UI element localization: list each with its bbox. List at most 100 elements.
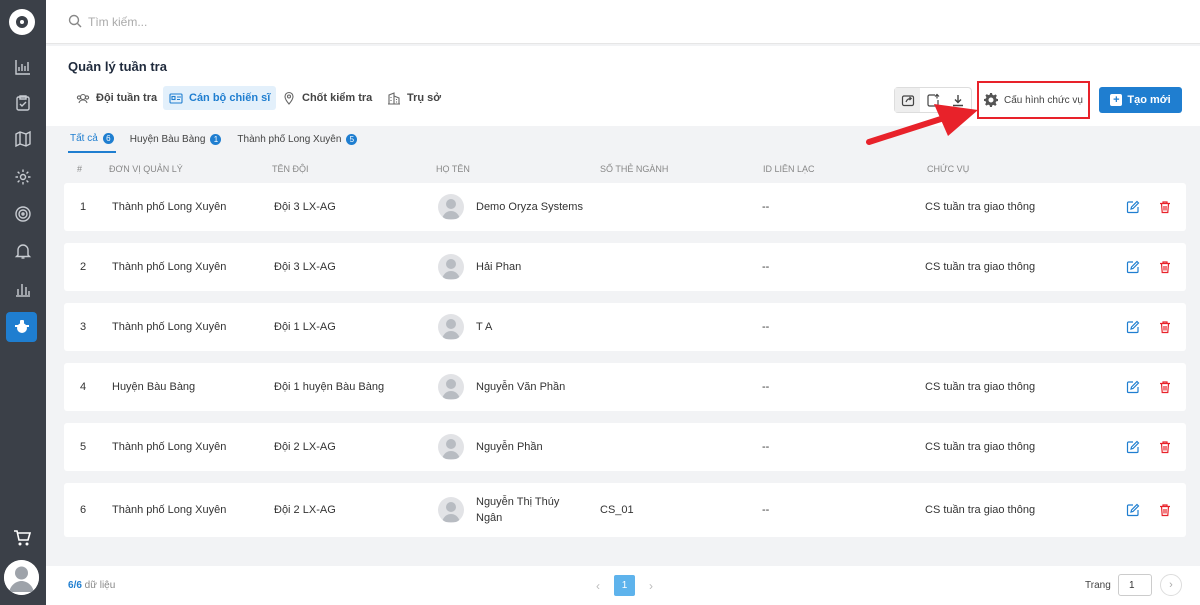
row-number: 1 — [80, 201, 87, 213]
count-badge: 1 — [210, 133, 222, 145]
table-row[interactable]: 2 Thành phố Long Xuyên Đội 3 LX-AG Hải P… — [64, 243, 1186, 291]
page-jump-input[interactable] — [1118, 574, 1152, 596]
tab-label: Chốt kiểm tra — [302, 92, 373, 104]
row-number: 6 — [80, 504, 87, 516]
tab-headquarters[interactable]: Trụ sở — [381, 86, 447, 110]
tab-patrol-team[interactable]: Đội tuần tra — [70, 86, 163, 110]
position-cell: CS tuần tra giao thông — [925, 504, 1036, 516]
config-label: Cấu hình chức vụ — [1004, 94, 1083, 106]
filter-label: Huyện Bàu Bàng — [129, 133, 206, 145]
contact-cell: -- — [762, 321, 770, 333]
record-count: 6/6 dữ liệu — [68, 580, 115, 591]
edit-icon[interactable] — [1126, 380, 1140, 394]
trash-icon[interactable] — [1158, 260, 1172, 274]
name-cell: Nguyễn Văn Phần — [438, 363, 565, 411]
page-number-button[interactable]: 1 — [614, 575, 635, 596]
avatar — [438, 254, 464, 280]
gear-icon — [984, 93, 999, 107]
bell-icon[interactable] — [0, 236, 46, 266]
tab-label: Cán bộ chiến sĩ — [189, 92, 271, 104]
patrol-officer-icon[interactable] — [6, 312, 37, 342]
filter-label: Tất cả — [70, 132, 98, 144]
full-name: Demo Oryza Systems — [476, 201, 583, 213]
app-logo[interactable] — [9, 9, 35, 35]
count-badge: 6 — [102, 132, 114, 144]
trash-icon[interactable] — [1158, 320, 1172, 334]
team-cell: Đội 3 LX-AG — [274, 261, 336, 273]
settings-icon[interactable] — [0, 162, 46, 192]
edit-icon[interactable] — [1126, 320, 1140, 334]
search-input[interactable] — [88, 12, 488, 32]
trash-icon[interactable] — [1158, 503, 1172, 517]
unit-cell: Thành phố Long Xuyên — [112, 321, 227, 333]
unit-cell: Thành phố Long Xuyên — [112, 504, 227, 516]
building-icon — [388, 92, 400, 105]
chevron-right-icon[interactable]: › — [643, 579, 659, 593]
filter-all[interactable]: Tất cả 6 — [68, 131, 116, 153]
team-cell: Đội 1 LX-AG — [274, 321, 336, 333]
trash-icon[interactable] — [1158, 380, 1172, 394]
create-new-button[interactable]: + Tạo mới — [1099, 87, 1182, 113]
contact-cell: -- — [762, 201, 770, 213]
bar-chart-icon[interactable] — [0, 274, 46, 304]
filter-long-xuyen[interactable]: Thành phố Long Xuyên 5 — [235, 131, 359, 153]
name-cell: T A — [438, 303, 492, 351]
column-header: HỌ TÊN — [436, 164, 470, 174]
table-row[interactable]: 5 Thành phố Long Xuyên Đội 2 LX-AG Nguyễ… — [64, 423, 1186, 471]
unit-cell: Thành phố Long Xuyên — [112, 441, 227, 453]
page-label: Trang — [1085, 580, 1111, 591]
row-number: 4 — [80, 381, 87, 393]
row-number: 2 — [80, 261, 87, 273]
full-name: Nguyễn Phần — [476, 441, 543, 453]
row-number: 5 — [80, 441, 87, 453]
full-name-line-2: Ngân — [476, 512, 503, 524]
search-icon — [68, 14, 82, 28]
full-name: Nguyễn Văn Phần — [476, 381, 566, 393]
edit-icon[interactable] — [1126, 440, 1140, 454]
sidebar — [0, 0, 46, 605]
map-icon[interactable] — [0, 124, 46, 154]
user-avatar[interactable] — [4, 560, 39, 595]
count-total: /6 — [73, 580, 82, 591]
table-row[interactable]: 4 Huyện Bàu Bàng Đội 1 huyện Bàu Bàng Ng… — [64, 363, 1186, 411]
avatar — [438, 434, 464, 460]
avatar — [438, 314, 464, 340]
chevron-left-icon[interactable]: ‹ — [590, 579, 606, 593]
plus-icon: + — [1110, 94, 1123, 106]
target-icon[interactable] — [0, 199, 46, 229]
edit-icon[interactable] — [1126, 260, 1140, 274]
go-page-button[interactable]: › — [1160, 574, 1182, 596]
page-header: Quản lý tuần tra Đội tuần tra Cán bộ chi… — [46, 46, 1200, 126]
full-name: Hải Phan — [476, 261, 522, 273]
edit-icon[interactable] — [1126, 200, 1140, 214]
table-row[interactable]: 1 Thành phố Long Xuyên Đội 3 LX-AG Demo … — [64, 183, 1186, 231]
table-row[interactable]: 6 Thành phố Long Xuyên Đội 2 LX-AG Nguyễ… — [64, 483, 1186, 537]
clipboard-check-icon[interactable] — [0, 88, 46, 118]
cart-icon[interactable] — [12, 528, 32, 548]
tab-officers[interactable]: Cán bộ chiến sĩ — [163, 86, 277, 110]
position-config-button[interactable]: Cấu hình chức vụ — [977, 81, 1090, 119]
avatar — [438, 497, 464, 523]
filter-bau-bang[interactable]: Huyện Bàu Bàng 1 — [128, 131, 224, 153]
table-header: # ĐƠN VỊ QUẢN LÝ TÊN ĐỘI HỌ TÊN SỐ THẺ N… — [64, 162, 1186, 178]
create-label: Tạo mới — [1127, 94, 1171, 106]
tab-checkpoint[interactable]: Chốt kiểm tra — [276, 86, 378, 110]
trash-icon[interactable] — [1158, 440, 1172, 454]
column-header: ĐƠN VỊ QUẢN LÝ — [109, 164, 183, 174]
edit-icon[interactable] — [1126, 503, 1140, 517]
table-row[interactable]: 3 Thành phố Long Xuyên Đội 1 LX-AG T A -… — [64, 303, 1186, 351]
name-cell: Nguyễn Phần — [438, 423, 543, 471]
trash-icon[interactable] — [1158, 200, 1172, 214]
annotation-arrow-icon — [866, 104, 978, 145]
name-cell: Hải Phan — [438, 243, 521, 291]
page-title: Quản lý tuần tra — [68, 59, 167, 74]
pager: ‹ 1 › — [590, 575, 659, 596]
column-header: SỐ THẺ NGÀNH — [600, 164, 669, 174]
chart-icon[interactable] — [0, 52, 46, 82]
team-cell: Đội 2 LX-AG — [274, 441, 336, 453]
position-cell: CS tuần tra giao thông — [925, 441, 1036, 453]
name-cell: Nguyễn Thị Thúy Ngân — [438, 483, 559, 537]
location-pin-icon — [284, 91, 294, 105]
full-name: T A — [476, 321, 493, 333]
position-cell: CS tuần tra giao thông — [925, 381, 1036, 393]
